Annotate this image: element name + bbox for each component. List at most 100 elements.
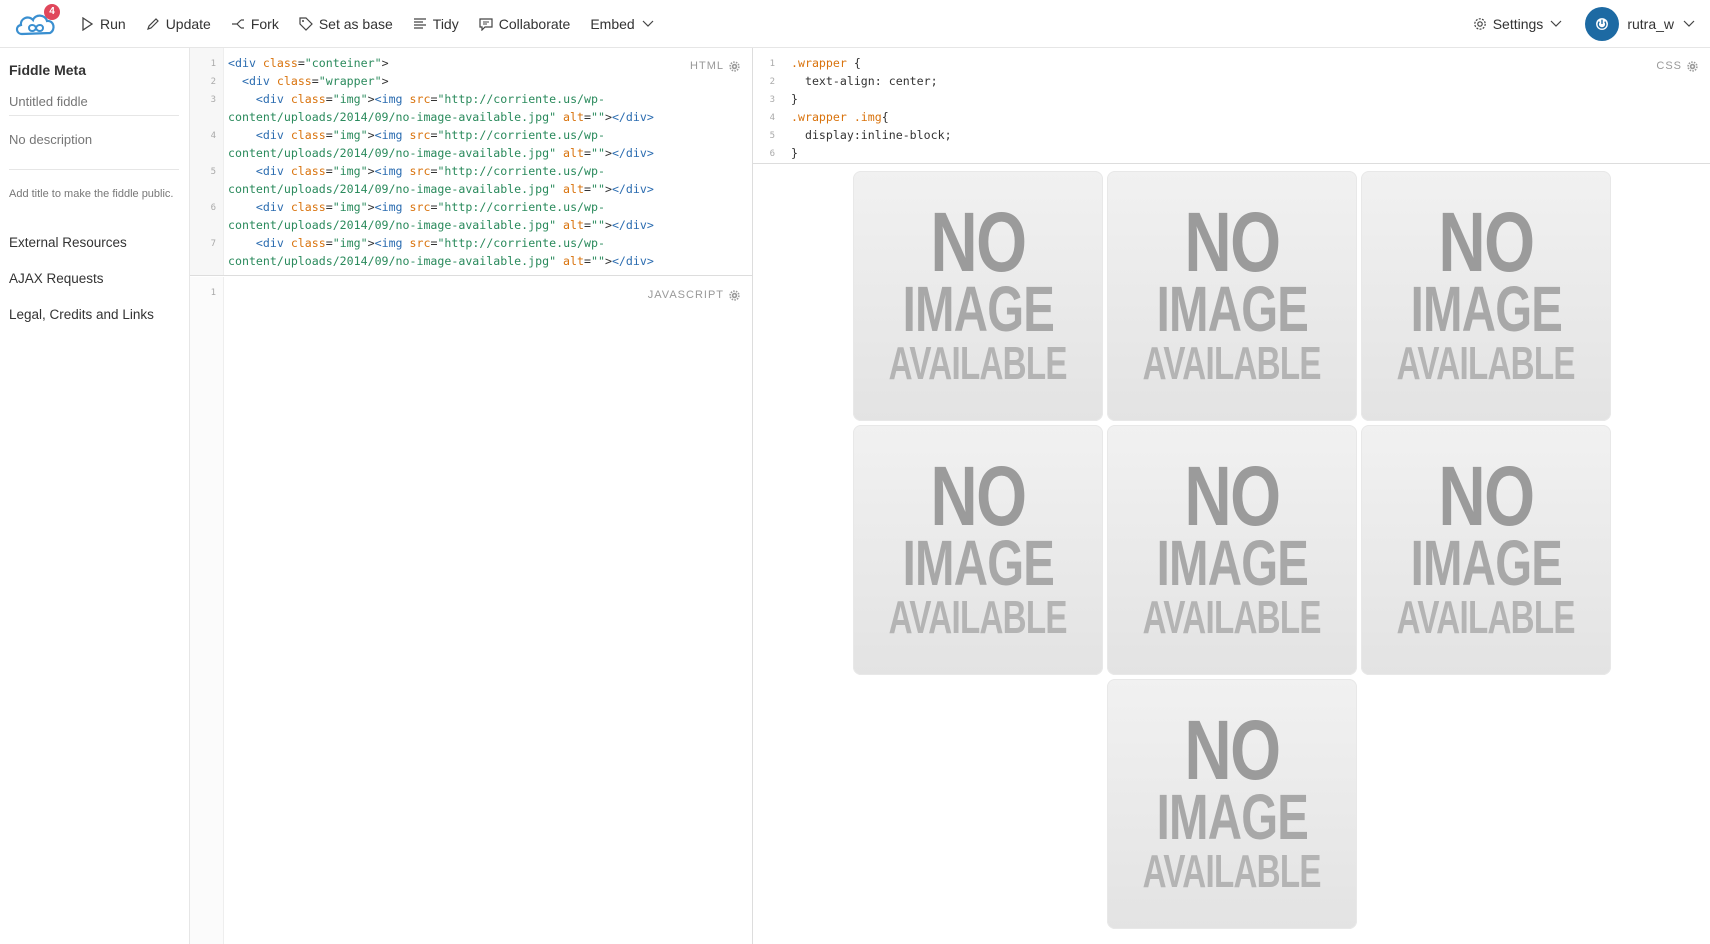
tidy-button[interactable]: Tidy — [403, 0, 469, 48]
sidebar-item-ajax-requests[interactable]: AJAX Requests — [9, 271, 104, 286]
update-button[interactable]: Update — [136, 0, 221, 48]
chevron-down-icon — [1550, 20, 1562, 27]
no-image-placeholder: NO IMAGE AVAILABLE — [1107, 425, 1357, 675]
fiddle-meta-sidebar: Fiddle Meta Add title to make the fiddle… — [0, 48, 190, 944]
line-number: 5 — [210, 167, 216, 177]
collaborate-button[interactable]: Collaborate — [469, 0, 581, 48]
placeholder-text-image: IMAGE — [1156, 527, 1308, 599]
no-image-placeholder: NO IMAGE AVAILABLE — [1361, 171, 1611, 421]
code-line: <div class="img"><img src="http://corrie… — [228, 200, 654, 232]
code-line: <div class="wrapper"> — [241, 74, 389, 88]
gear-icon — [1473, 17, 1486, 30]
line-number: 4 — [769, 113, 775, 123]
avatar — [1585, 6, 1620, 41]
sidebar-item-external-resources[interactable]: External Resources — [9, 235, 127, 250]
line-gutter: 1 2 3 4 5 6 7 — [190, 48, 224, 275]
fork-label: Fork — [250, 15, 279, 32]
settings-label: Settings — [1492, 15, 1544, 32]
no-image-placeholder: NO IMAGE AVAILABLE — [1107, 171, 1357, 421]
collaborate-label: Collaborate — [498, 15, 571, 32]
html-editor[interactable]: 1 2 3 4 5 6 7 <div class="conteiner"> <d… — [190, 48, 752, 276]
code-line: text-align: center; — [804, 74, 938, 88]
html-panel-label[interactable]: HTML — [690, 60, 740, 72]
user-menu[interactable]: rutra_w — [1573, 0, 1710, 48]
line-number: 2 — [210, 77, 216, 87]
top-toolbar: 4 Run Update Fork Set as base Tidy Colla… — [0, 0, 1710, 48]
line-number: 3 — [769, 95, 775, 105]
css-panel-label[interactable]: CSS — [1656, 60, 1698, 72]
line-number: 4 — [210, 131, 216, 141]
placeholder-text-available: AVAILABLE — [1142, 845, 1322, 897]
settings-dropdown[interactable]: Settings — [1463, 0, 1574, 48]
jsfiddle-logo[interactable]: 4 — [14, 3, 60, 40]
code-line: <div class="img"><img src="http://corrie… — [228, 92, 654, 124]
update-label: Update — [165, 15, 211, 32]
line-number: 7 — [210, 239, 216, 249]
public-hint: Add title to make the fiddle public. — [9, 188, 174, 200]
placeholder-text-image: IMAGE — [1156, 273, 1308, 345]
embed-label: Embed — [590, 15, 635, 32]
code-line: <div class="conteiner"> — [228, 56, 389, 70]
chevron-down-icon — [642, 20, 654, 27]
gear-icon — [729, 289, 740, 301]
pencil-icon — [146, 17, 159, 30]
play-icon — [82, 16, 94, 31]
code-line: } — [791, 92, 798, 106]
code-line: .wrapper { — [791, 56, 861, 70]
placeholder-text-no: NO — [1184, 195, 1281, 289]
no-image-placeholder: NO IMAGE AVAILABLE — [1361, 425, 1611, 675]
placeholder-text-available: AVAILABLE — [1396, 337, 1576, 389]
html-code: <div class="conteiner"> <div class="wrap… — [228, 54, 654, 270]
placeholder-text-no: NO — [930, 195, 1027, 289]
line-gutter: 1 2 3 4 5 6 — [753, 48, 783, 163]
code-line: <div class="img"><img src="http://corrie… — [228, 236, 654, 268]
fiddle-title-input[interactable] — [9, 88, 179, 116]
placeholder-text-no: NO — [930, 449, 1027, 543]
sidebar-title: Fiddle Meta — [9, 62, 87, 78]
placeholder-text-image: IMAGE — [1156, 781, 1308, 853]
css-editor[interactable]: 1 2 3 4 5 6 .wrapper { text-align: cente… — [753, 48, 1710, 164]
code-line: display:inline-block; — [804, 128, 952, 142]
line-gutter: 1 — [190, 277, 224, 944]
no-image-placeholder: NO IMAGE AVAILABLE — [853, 171, 1103, 421]
html-label: HTML — [690, 60, 724, 72]
set-as-base-button[interactable]: Set as base — [289, 0, 403, 48]
placeholder-text-no: NO — [1184, 703, 1281, 797]
placeholder-text-image: IMAGE — [1410, 273, 1562, 345]
placeholder-text-image: IMAGE — [902, 273, 1054, 345]
line-number: 3 — [210, 95, 216, 105]
css-label: CSS — [1656, 60, 1682, 72]
username: rutra_w — [1627, 15, 1674, 32]
run-label: Run — [100, 15, 126, 32]
placeholder-text-no: NO — [1438, 449, 1535, 543]
tag-icon — [299, 16, 313, 31]
power-icon — [1596, 17, 1609, 30]
chevron-down-icon — [1683, 20, 1695, 27]
code-line: .wrapper .img{ — [791, 110, 889, 124]
sidebar-item-legal-credits[interactable]: Legal, Credits and Links — [9, 307, 154, 322]
line-number: 2 — [769, 77, 775, 87]
css-code: .wrapper { text-align: center; } .wrappe… — [791, 54, 952, 162]
code-line: <div class="img"><img src="http://corrie… — [228, 128, 654, 160]
chat-bubble-icon — [479, 17, 493, 31]
placeholder-text-image: IMAGE — [902, 527, 1054, 599]
tidy-label: Tidy — [432, 15, 459, 32]
gear-icon — [1687, 60, 1698, 72]
code-line: } — [791, 146, 798, 160]
placeholder-text-available: AVAILABLE — [1396, 591, 1576, 643]
result-pane: NO IMAGE AVAILABLE NO IMAGE AVAILABLE NO… — [753, 165, 1710, 944]
run-button[interactable]: Run — [70, 0, 136, 48]
placeholder-text-available: AVAILABLE — [888, 337, 1068, 389]
line-number: 1 — [210, 59, 216, 69]
placeholder-text-no: NO — [1184, 449, 1281, 543]
line-number: 6 — [769, 149, 775, 159]
notification-badge[interactable]: 4 — [44, 3, 60, 20]
fiddle-description-input[interactable] — [9, 126, 179, 170]
embed-dropdown[interactable]: Embed — [580, 0, 664, 48]
line-number: 1 — [769, 59, 775, 69]
javascript-panel-label[interactable]: JAVASCRIPT — [648, 289, 740, 301]
fork-button[interactable]: Fork — [221, 0, 289, 48]
placeholder-text-available: AVAILABLE — [1142, 337, 1322, 389]
line-number: 6 — [210, 203, 216, 213]
javascript-editor[interactable]: 1 JAVASCRIPT — [190, 277, 752, 944]
